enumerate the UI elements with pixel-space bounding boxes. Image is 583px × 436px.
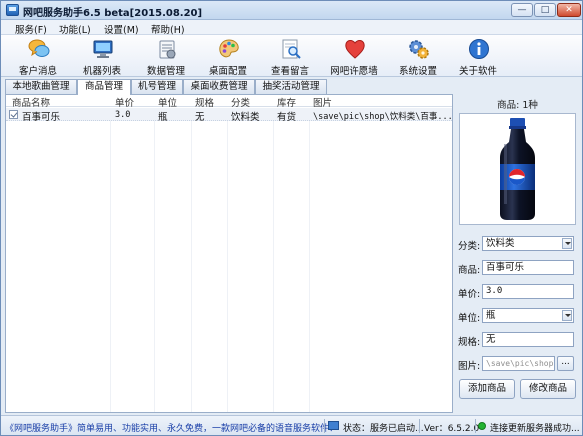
tool-label: 桌面配置 (208, 66, 247, 77)
grid-line (110, 108, 111, 412)
name-field[interactable]: 百事可乐 (482, 260, 574, 275)
status-divider (324, 419, 325, 433)
column-header[interactable]: 商品名称 (12, 95, 50, 109)
tool-label: 网吧许愿墙 (330, 66, 378, 77)
cell-image-path: \save\pic\shop\饮料类\百事... (313, 112, 451, 122)
price-field[interactable]: 3.0 (482, 284, 574, 299)
chevron-down-icon[interactable] (562, 238, 572, 249)
tool-label: 查看留言 (270, 66, 309, 77)
gears-icon (409, 40, 429, 59)
status-divider (475, 419, 476, 433)
cell-spec: 无 (195, 112, 205, 123)
grid-line (154, 108, 155, 412)
tab-desktop-billing[interactable]: 桌面收费管理 (183, 79, 255, 94)
column-header[interactable]: 库存 (277, 95, 296, 109)
table-row[interactable]: 百事可乐 3.0 瓶 无 饮料类 有货 \save\pic\shop\饮料类\百… (6, 108, 452, 123)
cell-unit: 瓶 (158, 112, 168, 123)
unit-value: 瓶 (486, 310, 496, 321)
spec-label: 规格: (458, 337, 481, 348)
tool-view-messages[interactable]: 查看留言 (261, 37, 319, 77)
tool-machine-list[interactable]: 机器列表 (73, 37, 131, 77)
image-label: 图片: (458, 361, 481, 372)
tab-products[interactable]: 商品管理 (77, 79, 131, 95)
grid-line (273, 108, 274, 412)
tool-label: 客户消息 (18, 66, 57, 77)
chat-bubbles-icon (28, 39, 50, 57)
price-label: 单价: (458, 289, 481, 300)
status-bar: 《网吧服务助手》简单易用、功能实用、永久免费，一款网吧必备的语音服务软件！ 状态… (1, 415, 582, 435)
spec-field[interactable]: 无 (482, 332, 574, 347)
product-image (459, 113, 576, 225)
cell-name: 百事可乐 (22, 112, 61, 123)
marquee-text: 《网吧服务助手》简单易用、功能实用、永久免费，一款网吧必备的语音服务软件！ (5, 424, 339, 434)
tool-wish-wall[interactable]: 网吧许愿墙 (325, 37, 383, 77)
service-status: 状态：服务已启动... (343, 424, 424, 434)
column-header[interactable]: 分类 (231, 95, 250, 109)
toolbar: 客户消息 机器列表 数据管理 桌面配置 查看留言 网吧许愿墙 系统设置 关于软件 (1, 35, 582, 77)
browse-button[interactable]: ... (557, 356, 574, 371)
add-product-button[interactable]: 添加商品 (459, 379, 515, 399)
connection-status: 连接更新服务器成功... (490, 424, 580, 434)
product-detail-panel: 商品: 1种 分类: 饮料类 商品: 百事可乐 单价: 3.0 单位: 瓶 规格… (456, 94, 579, 413)
column-header[interactable]: 单位 (158, 95, 177, 109)
grid-line (227, 108, 228, 412)
info-icon (469, 39, 489, 59)
title-bar[interactable]: 网吧服务助手6.5 beta[2015.08.20] — □ ✕ (1, 1, 582, 20)
monitor-icon (328, 421, 339, 430)
main-window: 网吧服务助手6.5 beta[2015.08.20] — □ ✕ 服务(F) 功… (0, 0, 583, 436)
version-text: Ver：6.5.2.0 (424, 424, 480, 434)
category-select[interactable]: 饮料类 (482, 236, 574, 251)
row-checkbox[interactable] (9, 110, 18, 119)
column-header[interactable]: 规格 (195, 95, 214, 109)
product-list[interactable]: 商品名称 单价 单位 规格 分类 库存 图片 百事可乐 3.0 瓶 无 饮料类 … (5, 94, 453, 413)
menu-settings[interactable]: 设置(M) (104, 22, 139, 36)
tool-about[interactable]: 关于软件 (449, 37, 507, 77)
list-header: 商品名称 单价 单位 规格 分类 库存 图片 (6, 95, 452, 109)
cell-category: 饮料类 (231, 112, 260, 123)
window-title: 网吧服务助手6.5 beta[2015.08.20] (23, 8, 203, 19)
tool-system-settings[interactable]: 系统设置 (389, 37, 447, 77)
cell-price: 3.0 (115, 110, 131, 120)
tool-label: 系统设置 (398, 66, 437, 77)
tool-desktop-config[interactable]: 桌面配置 (199, 37, 257, 77)
tool-data-management[interactable]: 数据管理 (137, 37, 195, 77)
tab-machine-numbers[interactable]: 机号管理 (131, 79, 183, 94)
column-header[interactable]: 图片 (313, 95, 332, 109)
image-path-field[interactable]: \save\pic\shop\ (482, 356, 555, 371)
heart-icon (345, 40, 365, 59)
tool-client-messages[interactable]: 客户消息 (9, 37, 67, 77)
maximize-button[interactable]: □ (534, 3, 556, 17)
tool-label: 数据管理 (146, 66, 185, 77)
grid-line (309, 108, 310, 412)
monitor-icon (93, 40, 113, 58)
tab-local-songs[interactable]: 本地歌曲管理 (5, 79, 77, 94)
message-search-icon (282, 39, 301, 59)
name-label: 商品: (458, 265, 481, 276)
database-icon (159, 40, 176, 59)
category-label: 分类: (458, 241, 481, 252)
chevron-down-icon[interactable] (562, 310, 572, 321)
menu-function[interactable]: 功能(L) (59, 22, 91, 36)
column-header[interactable]: 单价 (115, 95, 134, 109)
menu-service[interactable]: 服务(F) (15, 22, 47, 36)
unit-label: 单位: (458, 313, 481, 324)
tab-lottery[interactable]: 抽奖活动管理 (255, 79, 327, 94)
status-divider (419, 419, 420, 433)
minimize-button[interactable]: — (511, 3, 533, 17)
connection-status-icon (478, 422, 486, 430)
tool-label: 机器列表 (82, 66, 121, 77)
menu-bar: 服务(F) 功能(L) 设置(M) 帮助(H) (1, 20, 582, 36)
app-icon (6, 4, 19, 16)
cell-stock: 有货 (277, 112, 297, 123)
pepsi-bottle-image (500, 118, 535, 220)
tool-label: 关于软件 (458, 66, 497, 77)
edit-product-button[interactable]: 修改商品 (520, 379, 576, 399)
palette-icon (219, 39, 239, 58)
product-count: 商品: 1种 (497, 100, 538, 111)
menu-help[interactable]: 帮助(H) (151, 22, 185, 36)
unit-select[interactable]: 瓶 (482, 308, 574, 323)
grid-line (191, 108, 192, 412)
close-button[interactable]: ✕ (557, 3, 581, 17)
category-value: 饮料类 (486, 238, 515, 249)
